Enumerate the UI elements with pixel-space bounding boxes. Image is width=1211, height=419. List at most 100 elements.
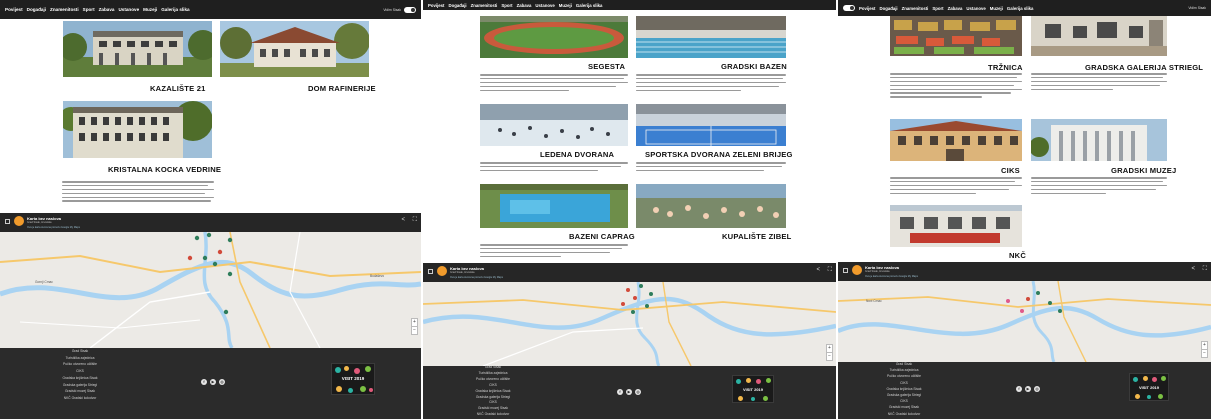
ciks-photo[interactable] [890,119,1022,161]
nav-dogadaji[interactable]: Događaji [27,7,46,12]
nav-zabava[interactable]: Zabava [99,7,115,12]
nav-znamenitosti[interactable]: Znamenitosti [471,3,498,8]
nav-galerija[interactable]: Galerija slika [161,7,189,12]
badge-text: VISIT 2019 [742,387,763,392]
nkc-photo[interactable] [890,205,1022,247]
nav-povijest[interactable]: Povijest [428,3,444,8]
fullscreen-icon[interactable]: ⛶ [1203,266,1207,273]
galerija-striegl-description [1031,73,1167,92]
footer-link-knjiznica[interactable]: Gradska knjižnica Sisak [40,375,120,382]
ledena-dvorana-photo[interactable] [480,104,628,146]
nav-ustanove[interactable]: Ustanove [535,3,554,8]
nav-dogadaji[interactable]: Događaji [879,6,897,11]
nav-zabava[interactable]: Zabava [517,3,532,8]
share-icon[interactable]: < [816,267,820,273]
card-title-nkc[interactable]: NKČ [1009,251,1026,260]
nav-dogadaji[interactable]: Događaji [448,3,466,8]
footer-link-galerija[interactable]: Gradska galerija Striegl [40,382,120,389]
segesta-description [480,74,628,93]
nav-sport[interactable]: Sport [83,7,95,12]
footer-link-turisticka[interactable]: Turistička zajednica [40,355,120,362]
instagram-icon[interactable]: ◎ [219,379,225,385]
card-title-trznica[interactable]: TRŽNICA [988,63,1023,72]
trznica-photo[interactable] [890,16,1022,56]
card-title-ledena-dvorana[interactable]: LEDENA DVORANA [540,150,614,159]
card-title-kristalna-kocka[interactable]: KRISTALNA KOCKA VEDRINE [108,165,221,174]
map-subtitle: Grad Sisak, Hrvatska [450,271,475,274]
map-logo [852,265,862,275]
footer-link-nkc[interactable]: NKČ Gradski kolodvor [453,412,533,418]
dom-rafinerije-photo[interactable] [220,21,369,77]
card-title-segesta[interactable]: SEGESTA [588,62,625,71]
gradski-muzej-photo[interactable] [1031,119,1167,161]
card-title-galerija-striegl[interactable]: GRADSKA GALERIJA STRIEGL [1085,63,1203,72]
kupaliste-zibel-photo[interactable] [636,184,786,228]
badge-text: VISIT 2019 [341,376,365,381]
zoom-out-button[interactable]: − [1201,349,1208,358]
nav-ustanove[interactable]: Ustanove [966,6,985,11]
card-title-gradski-bazen[interactable]: GRADSKI BAZEN [721,62,787,71]
kristalna-kocka-photo[interactable] [63,101,212,158]
nav-galerija[interactable]: Galerija slika [576,3,603,8]
card-title-gradski-muzej[interactable]: GRADSKI MUZEJ [1111,166,1176,175]
footer-link-muzej[interactable]: Gradski muzej Sisak [40,388,120,395]
nav-muzeji[interactable]: Muzeji [559,3,572,8]
share-icon[interactable]: < [401,217,405,223]
vision-mode-toggle[interactable] [404,6,416,13]
youtube-icon[interactable]: ▶ [1025,386,1031,392]
google-map[interactable]: Novi Crnac + − [838,281,1211,362]
footer-link-nkc[interactable]: NKČ Gradski kolodvor [868,411,940,417]
nav-povijest[interactable]: Povijest [5,7,23,12]
footer-link-ciks[interactable]: CIKS [40,368,120,375]
youtube-icon[interactable]: ▶ [626,389,632,395]
zoom-out-button[interactable]: − [826,352,833,361]
fullscreen-icon[interactable]: ⛶ [828,267,832,274]
screenshot-panel-sport: Povijest Događaji Znamenitosti Sport Zab… [423,0,836,419]
top-navigation: Povijest Događaji Znamenitosti Sport Zab… [838,0,1211,16]
sidebar-toggle-icon[interactable] [843,268,848,273]
nav-znamenitosti[interactable]: Znamenitosti [50,7,79,12]
vision-mode-toggle[interactable] [843,5,855,11]
segesta-photo[interactable] [480,16,628,58]
footer-links: Grad Sisak Turistička zajednica Pučko ot… [40,348,120,402]
vision-mode-label: Vidim Sisak [383,7,401,12]
kazaliste-21-photo[interactable] [63,21,212,77]
nav-sport[interactable]: Sport [932,6,943,11]
nav-sport[interactable]: Sport [501,3,512,8]
nav-muzeji[interactable]: Muzeji [143,7,157,12]
google-map[interactable]: Gornji Crnac Budaševo + − [0,232,421,348]
nav-galerija[interactable]: Galerija slika [1007,6,1034,11]
card-title-sportska-dvorana[interactable]: SPORTSKA DVORANA ZELENI BRIJEG [645,150,793,159]
card-title-kazaliste[interactable]: KAZALIŠTE 21 [150,84,206,93]
sidebar-toggle-icon[interactable] [428,269,433,274]
zoom-out-button[interactable]: − [411,326,418,335]
nav-povijest[interactable]: Povijest [859,6,875,11]
facebook-icon[interactable]: f [617,389,623,395]
card-title-kupaliste-zibel[interactable]: KUPALIŠTE ZIBEL [722,232,792,241]
card-title-bazeni-caprag[interactable]: BAZENI CAPRAG [569,232,635,241]
sportska-dvorana-photo[interactable] [636,104,786,146]
instagram-icon[interactable]: ◎ [635,389,641,395]
card-title-dom-rafinerije[interactable]: DOM RAFINERIJE [308,84,376,93]
fullscreen-icon[interactable]: ⛶ [413,217,417,224]
bazeni-caprag-photo[interactable] [480,184,628,228]
gradski-bazen-photo[interactable] [636,16,786,58]
footer-link-pucko[interactable]: Pučko otvoreno učilište [40,361,120,368]
badge-text: VISIT 2019 [1138,385,1159,390]
nav-ustanove[interactable]: Ustanove [118,7,139,12]
share-icon[interactable]: < [1191,266,1195,272]
galerija-striegl-photo[interactable] [1031,16,1167,56]
facebook-icon[interactable]: f [1016,386,1022,392]
youtube-icon[interactable]: ▶ [210,379,216,385]
map-note: Ova je karta stvorena pomoću Google My M… [27,225,80,229]
nav-zabava[interactable]: Zabava [948,6,963,11]
footer-link-nkc[interactable]: NKČ Gradski kolodvor [40,395,120,402]
nav-znamenitosti[interactable]: Znamenitosti [902,6,929,11]
nav-muzeji[interactable]: Muzeji [990,6,1003,11]
card-title-ciks[interactable]: CIKS [1001,166,1020,175]
sidebar-toggle-icon[interactable] [5,219,10,224]
google-map[interactable]: + − [423,282,836,366]
footer-link-grad-sisak[interactable]: Grad Sisak [40,348,120,355]
instagram-icon[interactable]: ◎ [1034,386,1040,392]
facebook-icon[interactable]: f [201,379,207,385]
